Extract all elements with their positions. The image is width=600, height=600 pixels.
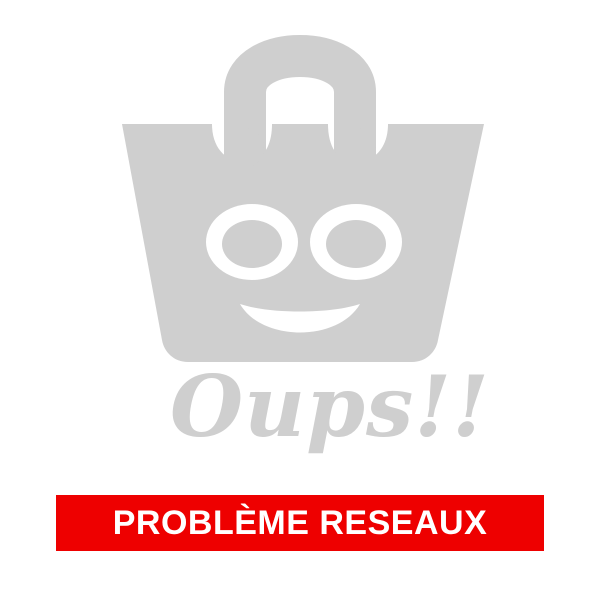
oops-headline: Oups!!: [170, 357, 491, 456]
network-error-banner: PROBLÈME RESEAUX: [56, 495, 544, 551]
network-error-label: PROBLÈME RESEAUX: [112, 503, 488, 542]
shopping-basket-face-icon: [122, 35, 484, 362]
network-error-page: Oups!! PROBLÈME RESEAUX: [0, 0, 600, 600]
